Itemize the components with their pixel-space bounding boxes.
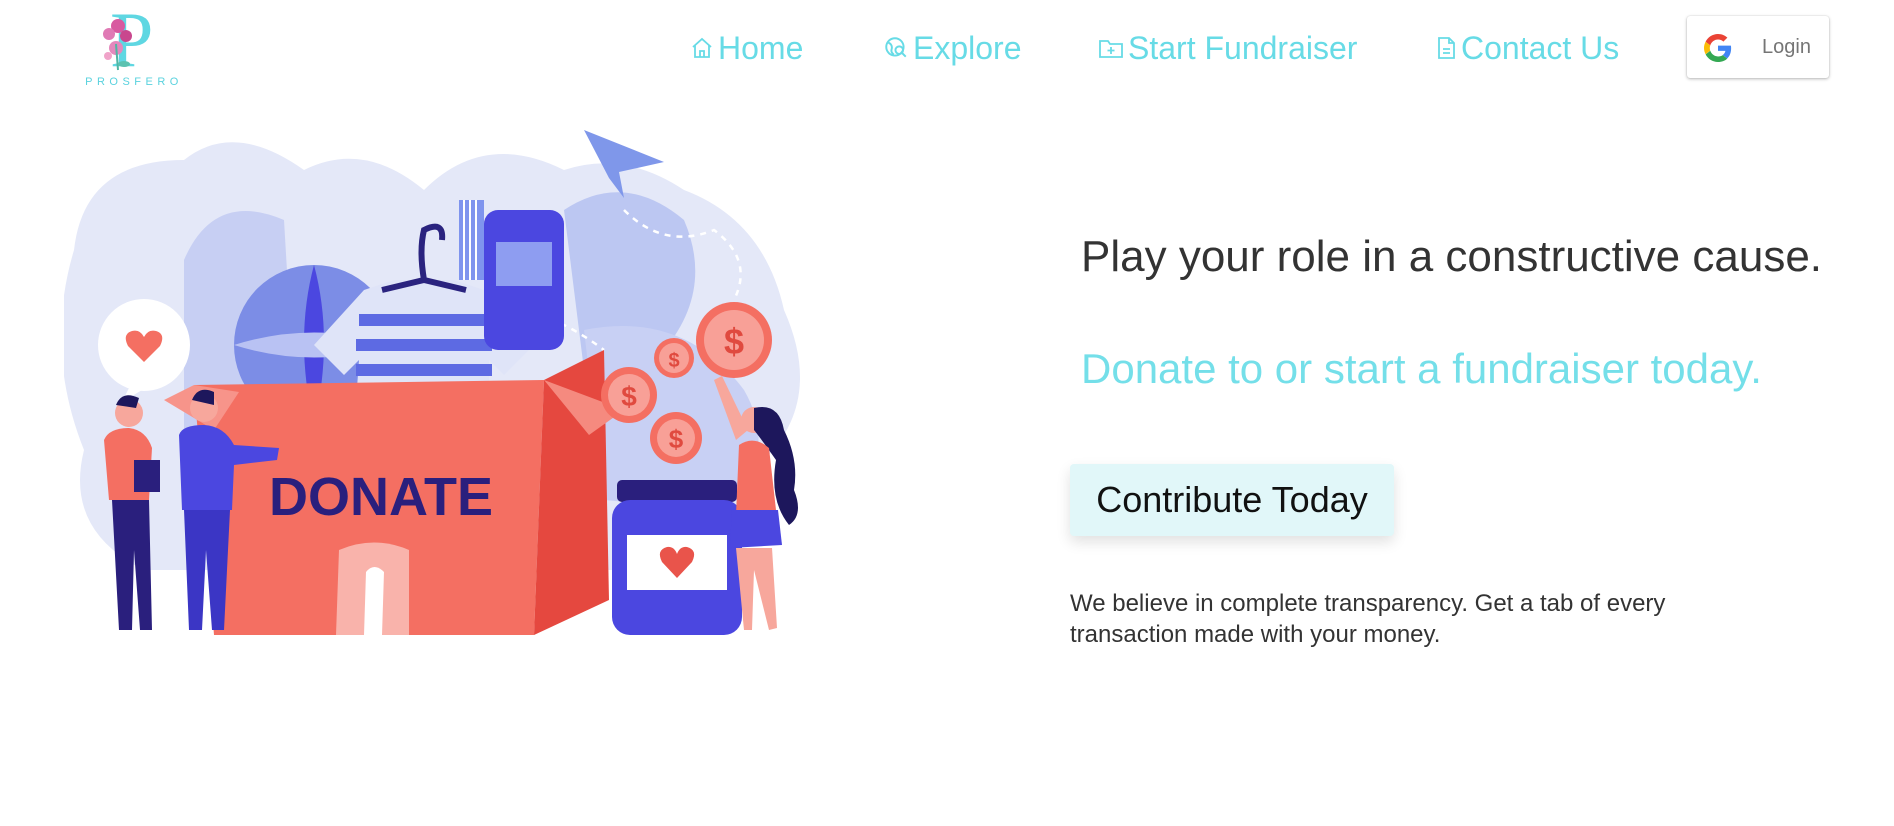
logo-mark-icon: P — [103, 4, 153, 76]
google-login-button[interactable]: Login — [1687, 16, 1829, 78]
nav-explore[interactable]: Explore — [883, 24, 1022, 72]
contribute-today-button[interactable]: Contribute Today — [1070, 464, 1394, 536]
explore-icon — [885, 37, 907, 58]
svg-text:$: $ — [724, 321, 744, 362]
brand-name: PROSFERO — [85, 76, 183, 88]
nav-start-fundraiser[interactable]: Start Fundraiser — [1098, 24, 1357, 72]
hero-subline: Donate to or start a fundraiser today. — [1081, 345, 1762, 392]
coin-icon: $ — [696, 302, 772, 378]
folder-plus-icon — [1099, 40, 1123, 58]
nav-explore-label: Explore — [913, 29, 1022, 66]
svg-text:$: $ — [669, 424, 684, 454]
google-icon — [1704, 34, 1732, 62]
hero-headline: Play your role in a constructive cause. — [1081, 232, 1823, 281]
login-label: Login — [1762, 36, 1811, 58]
nav-contact-us-label: Contact Us — [1461, 29, 1620, 66]
svg-text:$: $ — [668, 350, 679, 372]
nav-home[interactable]: Home — [690, 24, 803, 72]
nav-start-fundraiser-label: Start Fundraiser — [1128, 29, 1358, 66]
nav-contact-us[interactable]: Contact Us — [1435, 24, 1619, 72]
document-icon — [1438, 37, 1455, 59]
nav-home-label: Home — [718, 29, 804, 66]
donation-illustration: DONATE $ $ $ $ — [64, 130, 800, 635]
donate-box-label: DONATE — [269, 467, 493, 527]
home-icon — [692, 37, 712, 58]
svg-text:P: P — [110, 4, 153, 76]
transparency-note: We believe in complete transparency. Get… — [1070, 590, 1666, 648]
brand-logo[interactable]: P PROSFERO — [84, 4, 184, 90]
svg-text:$: $ — [621, 381, 637, 412]
